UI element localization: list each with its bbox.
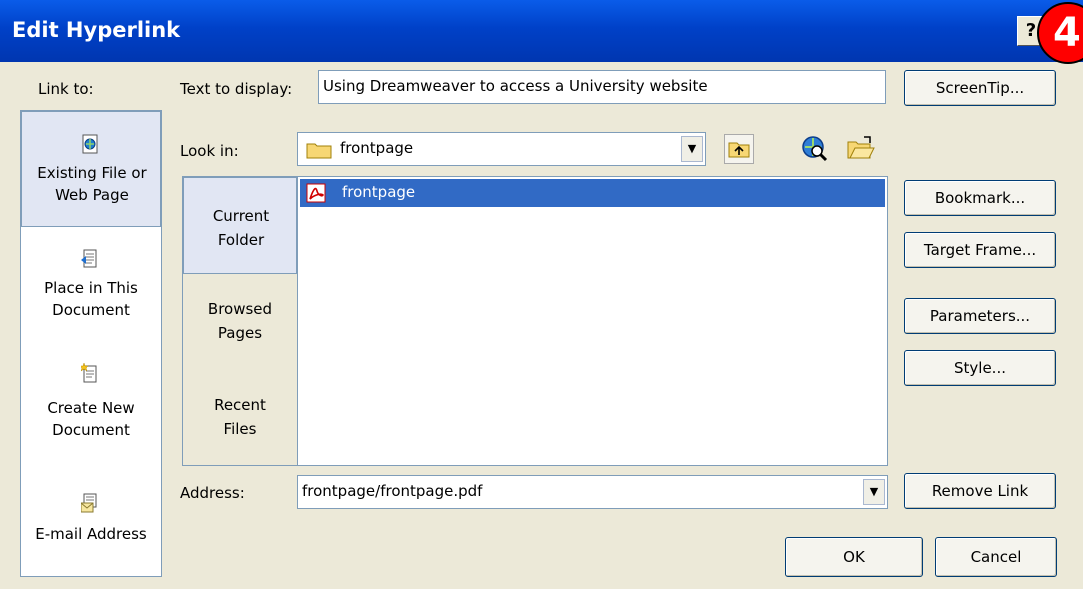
folder-icon: [306, 143, 332, 159]
link-place-in-document[interactable]: Place in This Document: [21, 231, 161, 341]
text-to-display-input[interactable]: Using Dreamweaver to access a University…: [318, 70, 886, 104]
file-row[interactable]: frontpage: [300, 179, 885, 207]
browse-nav: Current Folder Browsed Pages Recent File…: [182, 176, 298, 466]
link-existing-label-2: Web Page: [55, 186, 129, 204]
title-bar: Edit Hyperlink ?: [0, 0, 1083, 62]
up-folder-icon: [728, 142, 750, 158]
nav-recent-files[interactable]: Recent Files: [183, 385, 297, 455]
browse-web-button[interactable]: [800, 134, 830, 164]
nav-browsed-line1: Browsed: [207, 300, 273, 318]
target-frame-button[interactable]: Target Frame...: [904, 232, 1056, 268]
bookmark-button[interactable]: Bookmark...: [904, 180, 1056, 216]
dialog-title: Edit Hyperlink: [12, 18, 181, 42]
link-to-bar: Existing File or Web Page Place in This …: [20, 110, 162, 577]
nav-current-line2: Folder: [217, 231, 265, 249]
look-in-dropdown[interactable]: frontpage ▼: [297, 132, 706, 166]
browse-web-icon: [802, 136, 828, 162]
pdf-file-icon: [306, 183, 326, 203]
screentip-button[interactable]: ScreenTip...: [904, 70, 1056, 106]
browse-file-button[interactable]: [846, 134, 876, 164]
ok-button[interactable]: OK: [785, 537, 923, 577]
nav-browsed-pages[interactable]: Browsed Pages: [183, 289, 297, 359]
look-in-dropdown-arrow[interactable]: ▼: [681, 136, 703, 162]
link-place-label-2: Document: [52, 301, 130, 319]
parameters-button[interactable]: Parameters...: [904, 298, 1056, 334]
nav-current-folder[interactable]: Current Folder: [183, 177, 297, 274]
address-value: frontpage/frontpage.pdf: [302, 482, 483, 500]
nav-recent-line1: Recent: [214, 396, 266, 414]
link-to-label: Link to:: [38, 80, 94, 98]
edit-hyperlink-dialog: Edit Hyperlink ? 4 Link to: Existing Fil…: [0, 0, 1083, 589]
address-input[interactable]: frontpage/frontpage.pdf ▼: [297, 475, 888, 509]
link-existing-label-1: Existing File or: [37, 164, 147, 182]
link-email-address[interactable]: E-mail Address: [21, 481, 161, 561]
text-to-display-label: Text to display:: [180, 80, 293, 98]
cancel-button[interactable]: Cancel: [935, 537, 1057, 577]
look-in-label: Look in:: [180, 142, 239, 160]
link-create-label-2: Document: [52, 421, 130, 439]
up-one-folder-button[interactable]: [724, 134, 754, 164]
web-page-icon: [82, 134, 98, 154]
remove-link-button[interactable]: Remove Link: [904, 473, 1056, 509]
nav-browsed-line2: Pages: [217, 324, 263, 342]
link-place-label-1: Place in This: [44, 279, 138, 297]
nav-recent-line2: Files: [223, 420, 257, 438]
new-document-icon: [81, 363, 97, 383]
address-label: Address:: [180, 484, 245, 502]
place-in-document-icon: [81, 249, 97, 268]
look-in-value: frontpage: [340, 139, 414, 157]
open-folder-icon: [847, 136, 875, 159]
link-create-new-document[interactable]: Create New Document: [21, 351, 161, 461]
address-dropdown-arrow[interactable]: ▼: [863, 479, 885, 505]
email-icon: [81, 493, 97, 513]
nav-current-line1: Current: [212, 207, 270, 225]
link-existing-file[interactable]: Existing File or Web Page: [21, 111, 161, 227]
style-button[interactable]: Style...: [904, 350, 1056, 386]
link-email-label: E-mail Address: [35, 525, 147, 543]
link-create-label-1: Create New: [47, 399, 135, 417]
file-name: frontpage: [342, 183, 416, 201]
file-list[interactable]: frontpage: [297, 176, 888, 466]
